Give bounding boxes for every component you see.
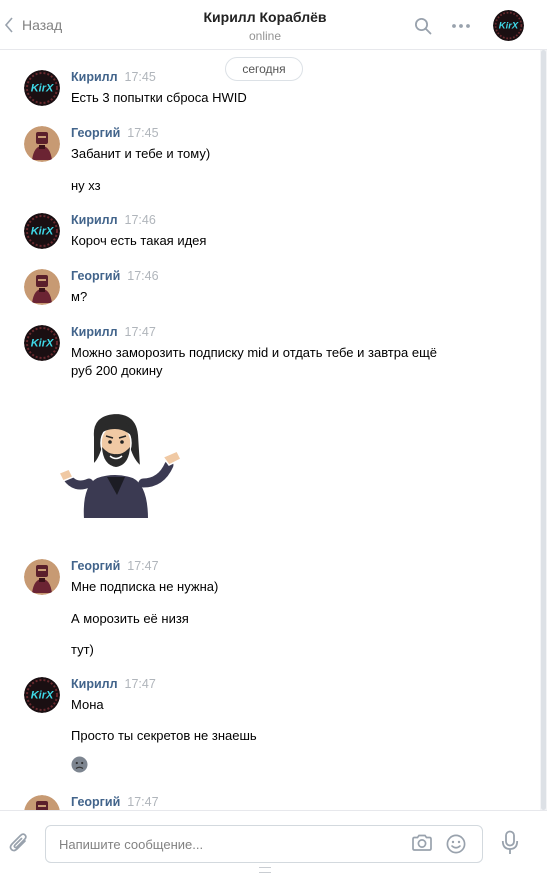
sad-face-emoji <box>71 756 88 773</box>
more-options-icon[interactable] <box>451 17 471 40</box>
svg-text:KirX: KirX <box>31 226 54 238</box>
message-history[interactable]: KirX Кирилл 17:45 Есть 3 попытки сброса H… <box>0 50 540 810</box>
author-name[interactable]: Кирилл <box>71 325 118 339</box>
paperclip-icon[interactable] <box>8 831 30 860</box>
message-meta: Кирилл 17:47 <box>71 677 156 691</box>
message-text: Мона <box>71 697 104 712</box>
message-time[interactable]: 17:45 <box>127 126 158 140</box>
smile-icon[interactable] <box>446 834 466 859</box>
message-time[interactable]: 17:47 <box>127 795 158 809</box>
author-name[interactable]: Георгий <box>71 126 120 140</box>
svg-text:KirX: KirX <box>31 690 54 702</box>
author-name[interactable]: Георгий <box>71 269 120 283</box>
message-text: Просто ты секретов не знаешь <box>71 728 257 743</box>
message-text: Короч есть такая идея <box>71 233 207 248</box>
message-text: А морозить её низя <box>71 611 189 626</box>
chat-partner-avatar[interactable]: KirX <box>493 10 524 41</box>
message-meta: Георгий 17:47 <box>71 559 159 573</box>
message-composer <box>0 810 547 878</box>
kirill-avatar[interactable]: KirX <box>24 213 60 249</box>
message-time[interactable]: 17:47 <box>125 325 156 339</box>
message-meta: Георгий 17:47 <box>71 795 159 809</box>
message-time[interactable]: 17:46 <box>125 213 156 227</box>
shrugging-man-sticker[interactable] <box>53 407 185 520</box>
chat-header: Назад Кирилл Кораблёв online KirX <box>0 0 547 50</box>
message-time[interactable]: 17:45 <box>125 70 156 84</box>
online-status: online <box>248 29 282 43</box>
back-button[interactable]: Назад <box>4 14 62 36</box>
author-name[interactable]: Кирилл <box>71 677 118 691</box>
message-meta: Георгий 17:46 <box>71 269 159 283</box>
message-time[interactable]: 17:47 <box>125 677 156 691</box>
search-icon[interactable] <box>414 17 432 40</box>
message-text: Забанит и тебе и тому) <box>71 146 211 161</box>
message-text: руб 200 докину <box>71 363 163 378</box>
message-meta: Кирилл 17:47 <box>71 325 156 339</box>
back-label: Назад <box>22 17 63 33</box>
resize-grip[interactable] <box>259 867 271 873</box>
chevron-left-icon <box>4 17 13 33</box>
svg-text:KirX: KirX <box>31 83 54 95</box>
message-text: Есть 3 попытки сброса HWID <box>71 90 247 105</box>
scrollbar-thumb[interactable] <box>541 50 546 810</box>
chat-title: Кирилл Кораблёв <box>203 9 327 25</box>
kirill-avatar[interactable]: KirX <box>24 325 60 361</box>
georgiy-avatar[interactable] <box>24 269 60 305</box>
kirill-avatar[interactable]: KirX <box>24 677 60 713</box>
message-text: тут) <box>71 642 94 657</box>
svg-text:KirX: KirX <box>499 21 519 32</box>
message-meta: Кирилл 17:45 <box>71 70 156 84</box>
message-text: Мне подписка не нужна) <box>71 579 219 594</box>
author-name[interactable]: Георгий <box>71 559 120 573</box>
message-time[interactable]: 17:47 <box>127 559 158 573</box>
message-time[interactable]: 17:46 <box>127 269 158 283</box>
chat-title-block[interactable]: Кирилл Кораблёв online <box>160 9 370 43</box>
author-name[interactable]: Кирилл <box>71 213 118 227</box>
message-meta: Кирилл 17:46 <box>71 213 156 227</box>
author-name[interactable]: Кирилл <box>71 70 118 84</box>
message-meta: Георгий 17:45 <box>71 126 159 140</box>
georgiy-avatar[interactable] <box>24 559 60 595</box>
georgiy-avatar[interactable] <box>24 795 60 810</box>
scrollbar[interactable] <box>540 50 547 810</box>
message-text: Можно заморозить подписку mid и отдать т… <box>71 345 437 360</box>
message-text: ну хз <box>71 178 101 193</box>
svg-text:KirX: KirX <box>31 338 54 350</box>
message-text: м? <box>71 289 88 304</box>
kirill-avatar[interactable]: KirX <box>24 70 60 106</box>
georgiy-avatar[interactable] <box>24 126 60 162</box>
microphone-icon[interactable] <box>501 830 519 861</box>
camera-icon[interactable] <box>411 834 433 857</box>
author-name[interactable]: Георгий <box>71 795 120 809</box>
